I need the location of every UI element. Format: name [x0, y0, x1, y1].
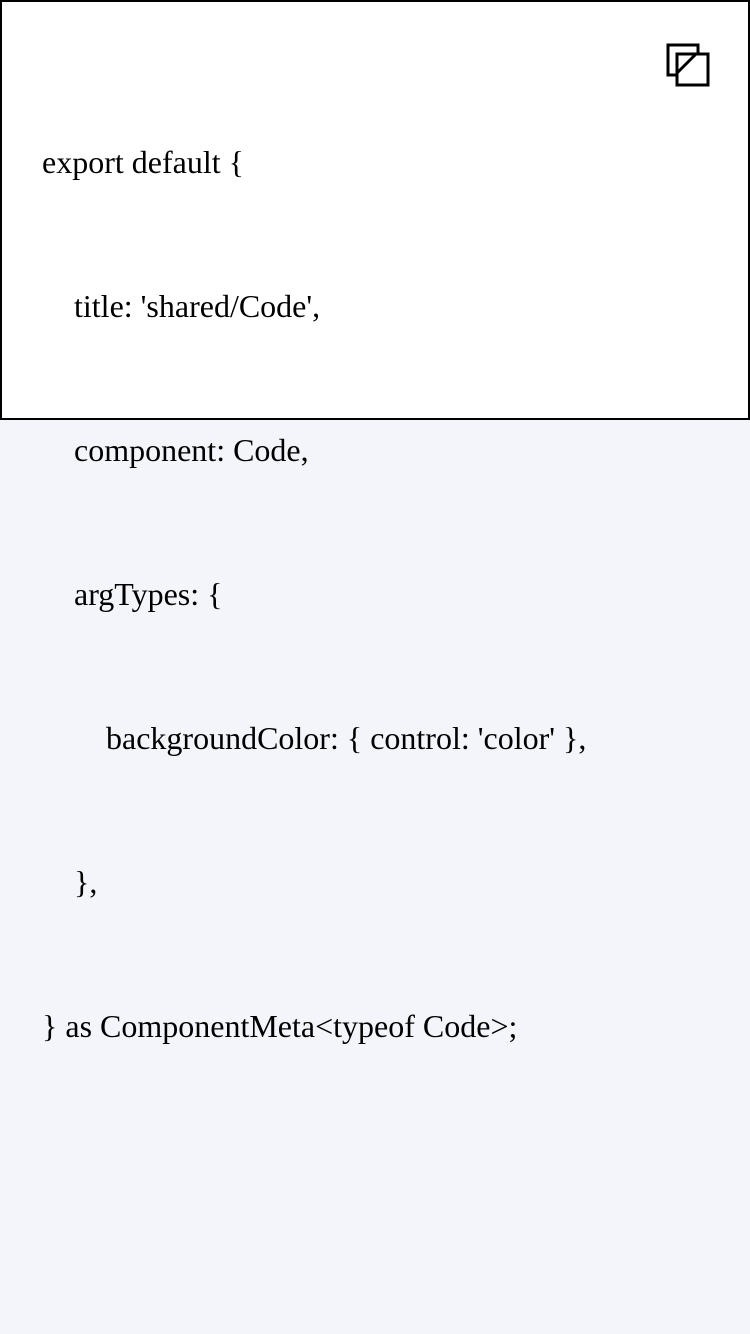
- code-line-3: component: Code,: [74, 432, 309, 468]
- code-line-5: backgroundColor: { control: 'color' },: [106, 720, 587, 756]
- code-line-7: } as ComponentMeta<typeof Code>;: [42, 1008, 518, 1044]
- code-line-4: argTypes: {: [74, 576, 223, 612]
- code-line-1: export default {: [42, 144, 244, 180]
- code-block: export default { title: 'shared/Code', c…: [0, 0, 750, 1044]
- copy-button[interactable]: [662, 40, 716, 94]
- copy-icon: [666, 43, 710, 87]
- code-line-2: title: 'shared/Code',: [74, 288, 321, 324]
- code-line-6: },: [74, 864, 98, 900]
- code-content: export default { title: 'shared/Code', c…: [42, 42, 586, 1146]
